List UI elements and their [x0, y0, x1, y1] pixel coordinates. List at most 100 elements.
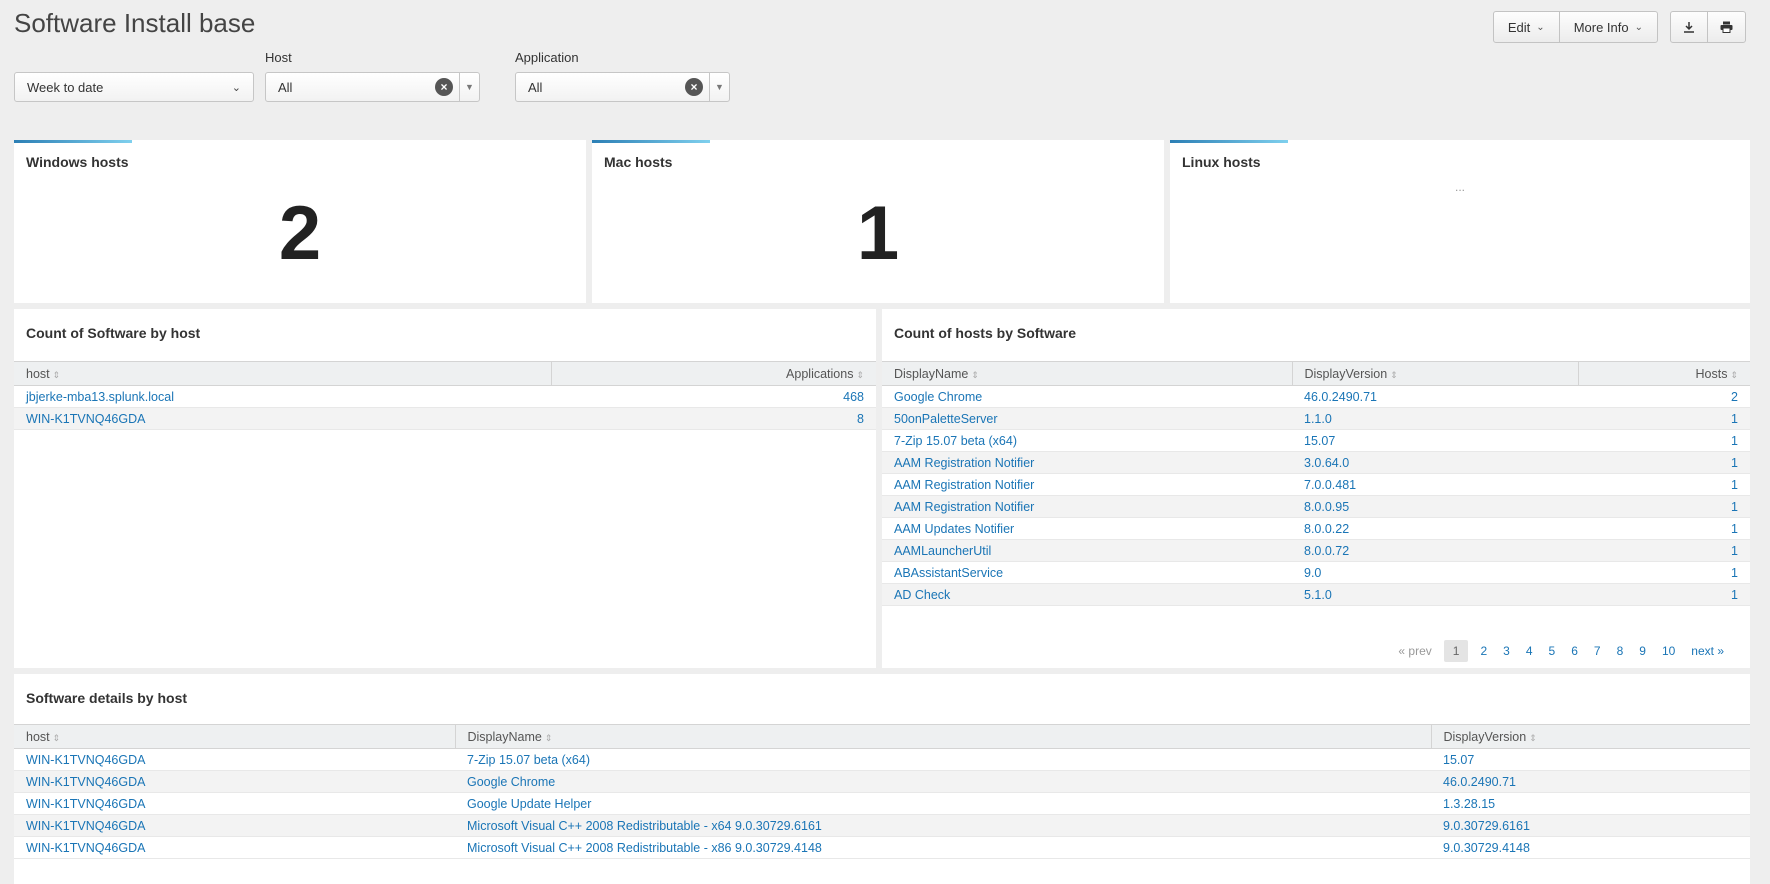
- pagination-page-5[interactable]: 5: [1541, 640, 1564, 662]
- pagination-page-6[interactable]: 6: [1563, 640, 1586, 662]
- edit-button[interactable]: Edit ⌄: [1494, 12, 1560, 42]
- cell-host[interactable]: WIN-K1TVNQ46GDA: [14, 792, 455, 815]
- column-header-applications[interactable]: Applications ⇕: [551, 361, 876, 386]
- table-row[interactable]: AAM Registration Notifier 7.0.0.481 1: [882, 473, 1750, 496]
- cell-displayversion[interactable]: 7.0.0.481: [1292, 473, 1578, 496]
- cell-displayname[interactable]: AAM Registration Notifier: [882, 473, 1292, 496]
- table-row[interactable]: AAMLauncherUtil 8.0.0.72 1: [882, 539, 1750, 562]
- table-row[interactable]: WIN-K1TVNQ46GDA Microsoft Visual C++ 2008…: [14, 814, 1750, 837]
- pagination-page-4[interactable]: 4: [1518, 640, 1541, 662]
- pagination-page-1[interactable]: 1: [1443, 640, 1469, 662]
- cell-displayname[interactable]: 7-Zip 15.07 beta (x64): [882, 429, 1292, 452]
- table-row[interactable]: WIN-K1TVNQ46GDA 8: [14, 407, 876, 430]
- pagination-page-2[interactable]: 2: [1472, 640, 1495, 662]
- cell-displayname[interactable]: AAM Registration Notifier: [882, 451, 1292, 474]
- cell-displayname[interactable]: ABAssistantService: [882, 561, 1292, 584]
- table-row[interactable]: ABAssistantService 9.0 1: [882, 561, 1750, 584]
- table-row[interactable]: AD Check 5.1.0 1: [882, 583, 1750, 606]
- cell-hosts[interactable]: 1: [1578, 539, 1750, 562]
- cell-displayversion[interactable]: 1.1.0: [1292, 407, 1578, 430]
- print-button[interactable]: [1708, 12, 1745, 42]
- software-by-host-panel: Count of Software by host host ⇕ Applicat…: [14, 309, 876, 668]
- cell-hosts[interactable]: 2: [1578, 385, 1750, 408]
- cell-displayversion[interactable]: 8.0.0.22: [1292, 517, 1578, 540]
- cell-hosts[interactable]: 1: [1578, 561, 1750, 584]
- cell-displayversion[interactable]: 1.3.28.15: [1431, 792, 1750, 815]
- cell-applications[interactable]: 468: [551, 385, 876, 408]
- pagination-next[interactable]: next »: [1683, 640, 1732, 662]
- pagination-page-3[interactable]: 3: [1495, 640, 1518, 662]
- single-value[interactable]: 2: [14, 190, 586, 277]
- chevron-down-icon[interactable]: ▼: [709, 73, 729, 101]
- cell-displayname[interactable]: 7-Zip 15.07 beta (x64): [455, 748, 1431, 771]
- cell-displayname[interactable]: AD Check: [882, 583, 1292, 606]
- cell-hosts[interactable]: 1: [1578, 517, 1750, 540]
- table-row[interactable]: WIN-K1TVNQ46GDA Google Chrome 46.0.2490.71: [14, 770, 1750, 793]
- table-row[interactable]: 7-Zip 15.07 beta (x64) 15.07 1: [882, 429, 1750, 452]
- export-button[interactable]: [1671, 12, 1708, 42]
- pagination-page-7[interactable]: 7: [1586, 640, 1609, 662]
- cell-displayversion[interactable]: 46.0.2490.71: [1292, 385, 1578, 408]
- single-value[interactable]: 1: [592, 190, 1164, 277]
- table-row[interactable]: AAM Updates Notifier 8.0.0.22 1: [882, 517, 1750, 540]
- cell-displayname[interactable]: 50onPaletteServer: [882, 407, 1292, 430]
- cell-displayname[interactable]: AAMLauncherUtil: [882, 539, 1292, 562]
- cell-hosts[interactable]: 1: [1578, 495, 1750, 518]
- column-header-displayversion[interactable]: DisplayVersion ⇕: [1292, 361, 1579, 386]
- column-header-host[interactable]: host ⇕: [14, 724, 456, 749]
- cell-displayname[interactable]: Google Chrome: [882, 385, 1292, 408]
- cell-displayname[interactable]: AAM Updates Notifier: [882, 517, 1292, 540]
- cell-applications[interactable]: 8: [551, 407, 876, 430]
- cell-host[interactable]: jbjerke-mba13.splunk.local: [14, 385, 551, 408]
- cell-displayversion[interactable]: 46.0.2490.71: [1431, 770, 1750, 793]
- cell-displayversion[interactable]: 9.0.30729.4148: [1431, 836, 1750, 859]
- cell-host[interactable]: WIN-K1TVNQ46GDA: [14, 407, 551, 430]
- cell-hosts[interactable]: 1: [1578, 451, 1750, 474]
- chevron-down-icon[interactable]: ▼: [459, 73, 479, 101]
- cell-hosts[interactable]: 1: [1578, 583, 1750, 606]
- pagination-page-10[interactable]: 10: [1654, 640, 1683, 662]
- application-filter-input[interactable]: All × ▼: [515, 72, 730, 102]
- cell-displayversion[interactable]: 8.0.0.72: [1292, 539, 1578, 562]
- table-row[interactable]: WIN-K1TVNQ46GDA Google Update Helper 1.3.2…: [14, 792, 1750, 815]
- table-row[interactable]: Google Chrome 46.0.2490.71 2: [882, 385, 1750, 408]
- cell-hosts[interactable]: 1: [1578, 429, 1750, 452]
- cell-displayname[interactable]: Google Update Helper: [455, 792, 1431, 815]
- cell-hosts[interactable]: 1: [1578, 473, 1750, 496]
- cell-host[interactable]: WIN-K1TVNQ46GDA: [14, 748, 455, 771]
- column-header-host[interactable]: host ⇕: [14, 361, 552, 386]
- pagination-prev[interactable]: « prev: [1390, 640, 1439, 662]
- cell-host[interactable]: WIN-K1TVNQ46GDA: [14, 814, 455, 837]
- column-header-hosts[interactable]: Hosts ⇕: [1578, 361, 1750, 386]
- table-row[interactable]: AAM Registration Notifier 8.0.0.95 1: [882, 495, 1750, 518]
- clear-icon[interactable]: ×: [685, 78, 703, 96]
- cell-host[interactable]: WIN-K1TVNQ46GDA: [14, 836, 455, 859]
- cell-displayversion[interactable]: 8.0.0.95: [1292, 495, 1578, 518]
- pagination-page-9[interactable]: 9: [1631, 640, 1654, 662]
- cell-displayversion[interactable]: 15.07: [1292, 429, 1578, 452]
- column-header-displayname[interactable]: DisplayName ⇕: [882, 361, 1293, 386]
- cell-displayversion[interactable]: 9.0: [1292, 561, 1578, 584]
- column-header-displayversion[interactable]: DisplayVersion ⇕: [1431, 724, 1750, 749]
- table-row[interactable]: 50onPaletteServer 1.1.0 1: [882, 407, 1750, 430]
- more-info-button[interactable]: More Info ⌄: [1560, 12, 1657, 42]
- table-row[interactable]: WIN-K1TVNQ46GDA Microsoft Visual C++ 2008…: [14, 836, 1750, 859]
- cell-displayname[interactable]: Microsoft Visual C++ 2008 Redistributabl…: [455, 814, 1431, 837]
- cell-displayname[interactable]: AAM Registration Notifier: [882, 495, 1292, 518]
- cell-displayversion[interactable]: 9.0.30729.6161: [1431, 814, 1750, 837]
- clear-icon[interactable]: ×: [435, 78, 453, 96]
- cell-displayname[interactable]: Google Chrome: [455, 770, 1431, 793]
- cell-displayversion[interactable]: 3.0.64.0: [1292, 451, 1578, 474]
- cell-displayname[interactable]: Microsoft Visual C++ 2008 Redistributabl…: [455, 836, 1431, 859]
- pagination-page-8[interactable]: 8: [1609, 640, 1632, 662]
- table-row[interactable]: jbjerke-mba13.splunk.local 468: [14, 385, 876, 408]
- host-filter-input[interactable]: All × ▼: [265, 72, 480, 102]
- cell-hosts[interactable]: 1: [1578, 407, 1750, 430]
- time-range-picker[interactable]: Week to date ⌄: [14, 72, 254, 102]
- table-row[interactable]: WIN-K1TVNQ46GDA 7-Zip 15.07 beta (x64) 15.…: [14, 748, 1750, 771]
- cell-displayversion[interactable]: 15.07: [1431, 748, 1750, 771]
- cell-host[interactable]: WIN-K1TVNQ46GDA: [14, 770, 455, 793]
- table-row[interactable]: AAM Registration Notifier 3.0.64.0 1: [882, 451, 1750, 474]
- cell-displayversion[interactable]: 5.1.0: [1292, 583, 1578, 606]
- column-header-displayname[interactable]: DisplayName ⇕: [455, 724, 1432, 749]
